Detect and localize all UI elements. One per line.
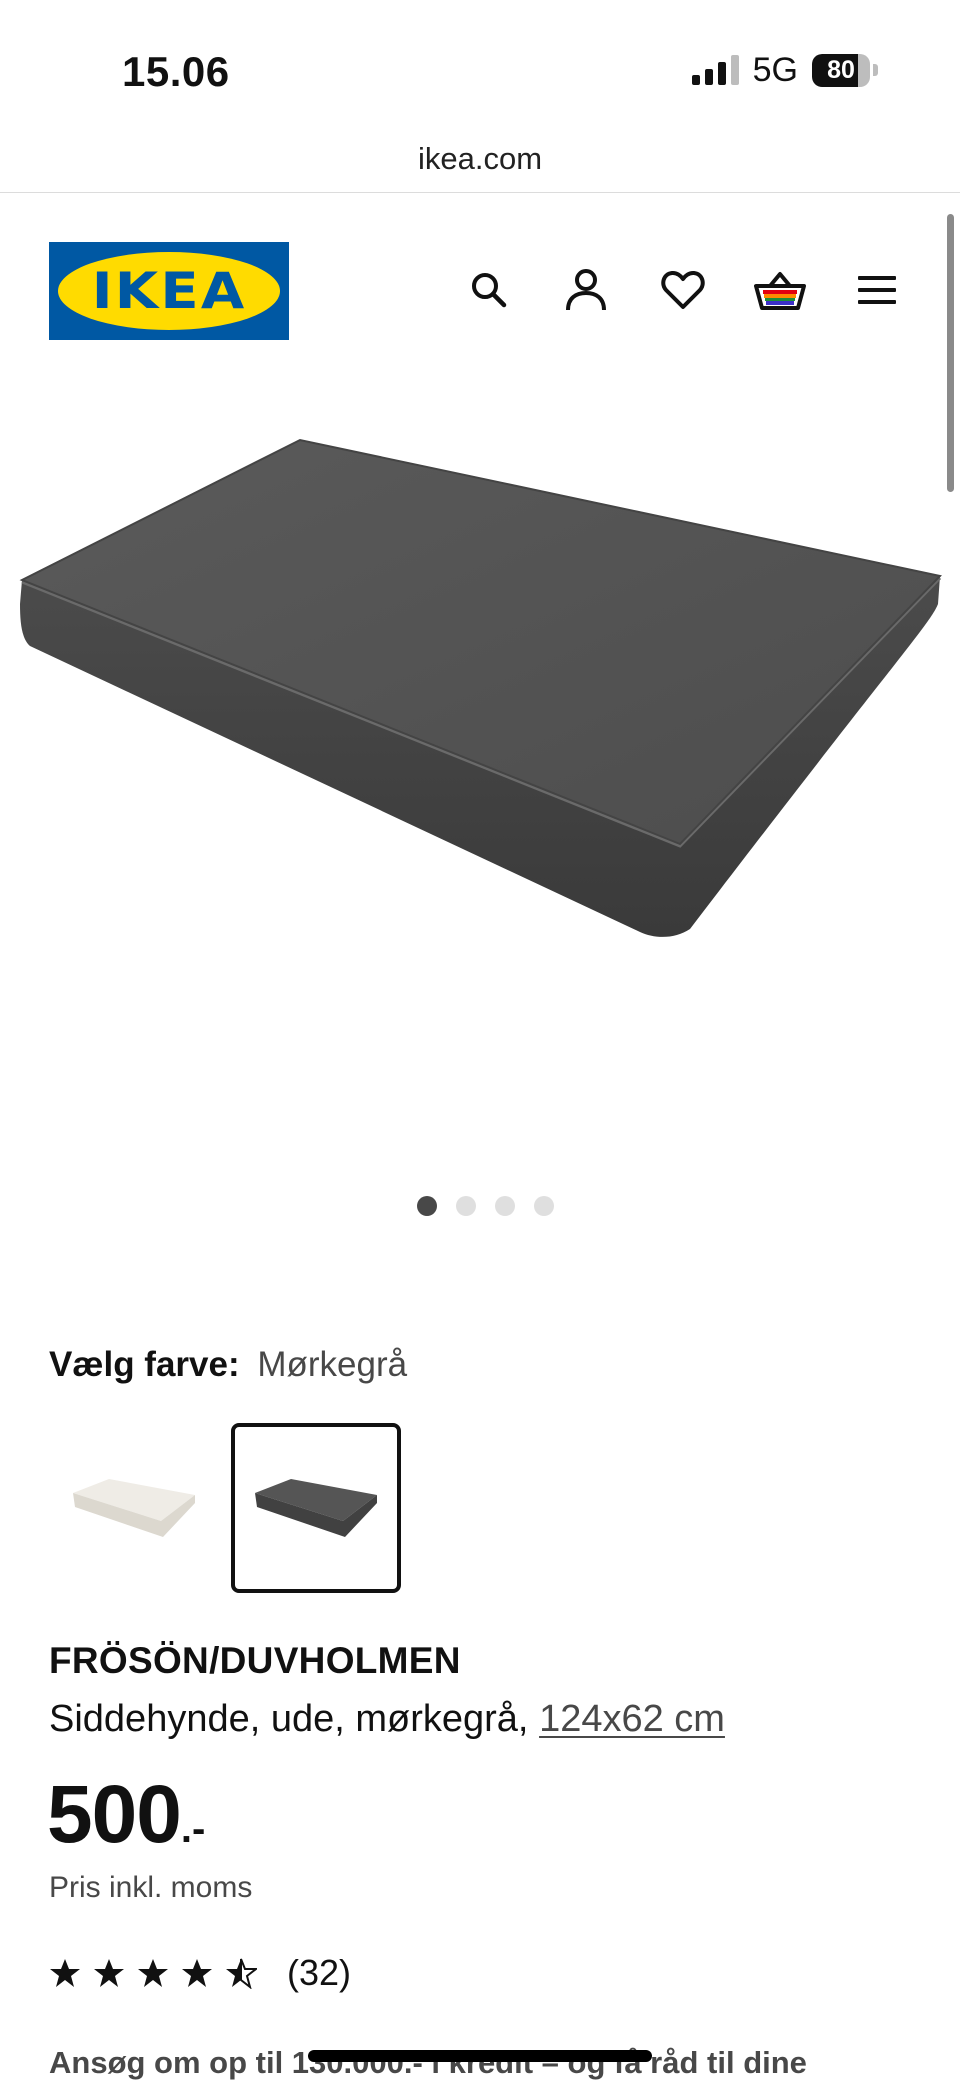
battery-icon: 80 xyxy=(812,53,878,87)
gallery-dot[interactable] xyxy=(533,1196,554,1216)
color-selector-label: Vælg farve: Mørkegrå xyxy=(49,1345,407,1385)
home-indicator[interactable] xyxy=(308,2050,652,2062)
color-value: Mørkegrå xyxy=(257,1345,408,1384)
network-type: 5G xyxy=(752,50,798,89)
browser-url-bar[interactable]: ikea.com xyxy=(0,125,960,193)
signal-icon xyxy=(691,55,739,85)
gallery-dot[interactable] xyxy=(455,1196,476,1216)
header-nav xyxy=(440,264,925,316)
status-indicators: 5G 80 xyxy=(691,50,878,90)
review-count: (32) xyxy=(287,1952,352,1993)
product-rating[interactable]: (32) xyxy=(49,1952,351,1994)
gallery-dot[interactable] xyxy=(416,1196,437,1216)
site-header: IKEA xyxy=(0,194,960,384)
product-name: FRÖSÖN/DUVHOLMEN xyxy=(49,1640,461,1681)
gallery-dot[interactable] xyxy=(494,1196,515,1216)
heart-icon[interactable] xyxy=(634,264,731,316)
swatch-beige[interactable] xyxy=(49,1423,219,1593)
profile-icon[interactable] xyxy=(537,264,634,316)
size-link[interactable]: 124x62 cm xyxy=(539,1698,725,1740)
rating-stars xyxy=(49,1957,257,1989)
half-star-icon xyxy=(226,1958,257,1989)
product-description: Siddehynde, ude, mørkegrå, 124x62 cm xyxy=(49,1698,725,1741)
basket-icon[interactable] xyxy=(731,264,828,316)
ikea-logo[interactable]: IKEA xyxy=(49,242,289,340)
gallery-dots xyxy=(0,1196,960,1216)
star-icon xyxy=(94,1959,124,1987)
url-text: ikea.com xyxy=(417,140,543,176)
star-icon xyxy=(138,1959,168,1987)
color-label: Vælg farve: xyxy=(49,1345,240,1384)
star-icon xyxy=(50,1959,80,1987)
logo-text: IKEA xyxy=(91,262,247,320)
battery-percent: 80 xyxy=(827,55,855,84)
swatch-dark-grey[interactable] xyxy=(231,1423,401,1593)
price-note: Pris inkl. moms xyxy=(49,1871,253,1904)
menu-icon[interactable] xyxy=(828,264,925,316)
price-suffix: .- xyxy=(180,1807,206,1851)
search-icon[interactable] xyxy=(440,264,537,316)
product-description-text: Siddehynde, ude, mørkegrå, xyxy=(49,1698,540,1740)
color-swatches xyxy=(49,1423,401,1593)
product-price: 500 .- xyxy=(47,1768,205,1862)
product-image[interactable] xyxy=(0,384,960,1144)
status-time: 15.06 xyxy=(122,48,230,95)
status-bar: 15.06 5G 80 xyxy=(0,0,960,125)
star-icon xyxy=(182,1959,212,1987)
price-value: 500 xyxy=(47,1769,182,1860)
